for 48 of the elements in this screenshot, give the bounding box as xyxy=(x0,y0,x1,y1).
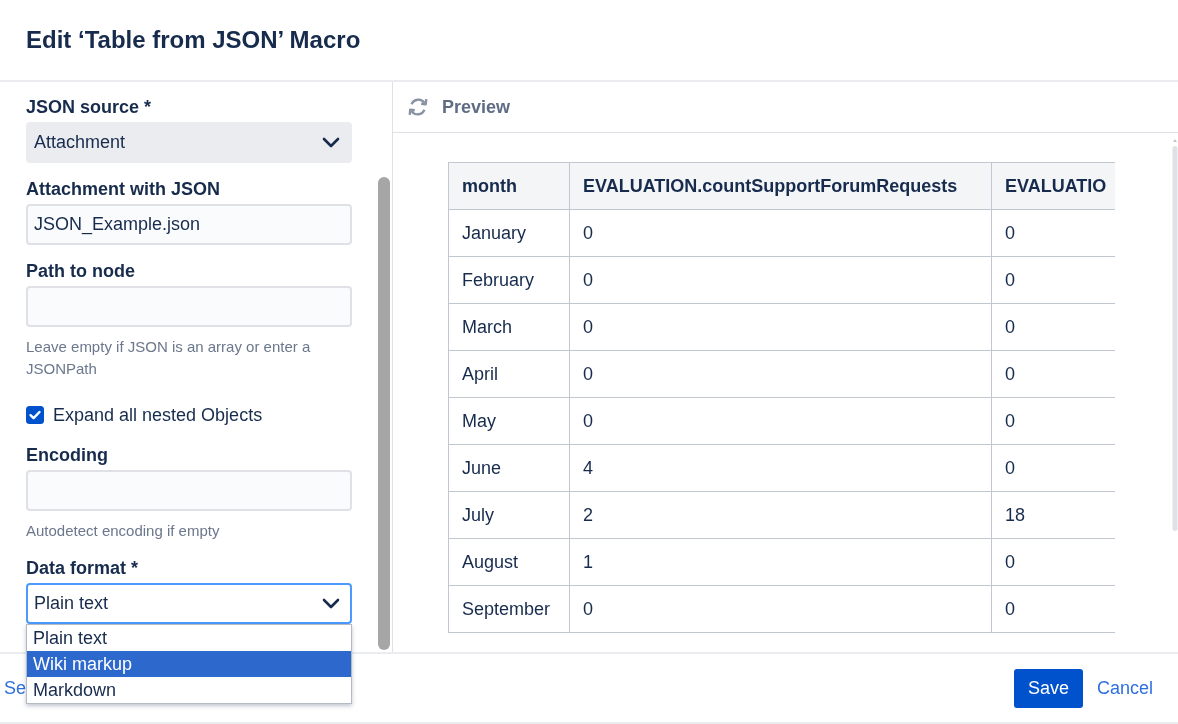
table-cell: 2 xyxy=(569,491,992,539)
column-header: EVALUATION.countSupportForumRequests xyxy=(569,162,992,210)
table-cell: March xyxy=(448,303,570,351)
checkbox[interactable] xyxy=(26,406,44,424)
cancel-link[interactable]: Cancel xyxy=(1096,677,1153,699)
help-text: Autodetect encoding if empty xyxy=(26,521,221,541)
table-cell: May xyxy=(448,397,570,445)
table-cell: September xyxy=(448,585,570,633)
field-label: Attachment with JSON xyxy=(26,178,222,200)
footer-link[interactable]: Se xyxy=(4,677,27,699)
table-cell: April xyxy=(448,350,570,398)
table-cell: 0 xyxy=(569,585,992,633)
table-cell: 0 xyxy=(569,256,992,304)
help-text: Leave empty if JSON is an array or enter a JSONPath xyxy=(26,337,312,379)
column-header: month xyxy=(448,162,570,210)
dropdown-option[interactable]: Wiki markup xyxy=(27,651,351,677)
dropdown-option[interactable]: Markdown xyxy=(27,677,351,703)
text-input[interactable]: JSON_Example.json xyxy=(26,204,352,245)
dropdown-option[interactable]: Plain text xyxy=(27,625,351,651)
chevron-down-icon xyxy=(322,598,340,609)
table-cell: February xyxy=(448,256,570,304)
text-input[interactable] xyxy=(26,286,352,327)
table-cell: July xyxy=(448,491,570,539)
field-label: Path to node xyxy=(26,260,136,282)
table-cell: 0 xyxy=(569,350,992,398)
table-cell: 0 xyxy=(569,397,992,445)
refresh-icon[interactable] xyxy=(407,96,429,118)
table-cell: August xyxy=(448,538,570,586)
table-cell: 4 xyxy=(569,444,992,492)
scrollbar[interactable] xyxy=(378,177,390,650)
table-cell: 0 xyxy=(569,303,992,351)
preview-title: Preview xyxy=(442,96,511,118)
text-input[interactable] xyxy=(26,470,352,511)
field-label: JSON source * xyxy=(26,96,153,118)
checkbox-label: Expand all nested Objects xyxy=(53,404,263,426)
dialog-title: Edit ‘Table from JSON’ Macro xyxy=(26,25,361,55)
table-cell: June xyxy=(448,444,570,492)
field-label: Data format * xyxy=(26,557,140,579)
field-label: Encoding xyxy=(26,444,109,466)
scrollbar[interactable] xyxy=(1172,137,1178,531)
table-cell: 1 xyxy=(569,538,992,586)
select-field[interactable]: Attachment xyxy=(26,122,352,163)
column-header: EVALUATIO xyxy=(991,162,1115,210)
chevron-down-icon xyxy=(322,137,340,148)
select-field[interactable]: Plain text xyxy=(26,583,352,624)
table-cell: 0 xyxy=(569,209,992,257)
save-button[interactable]: Save xyxy=(1013,668,1083,708)
table-cell: January xyxy=(448,209,570,257)
